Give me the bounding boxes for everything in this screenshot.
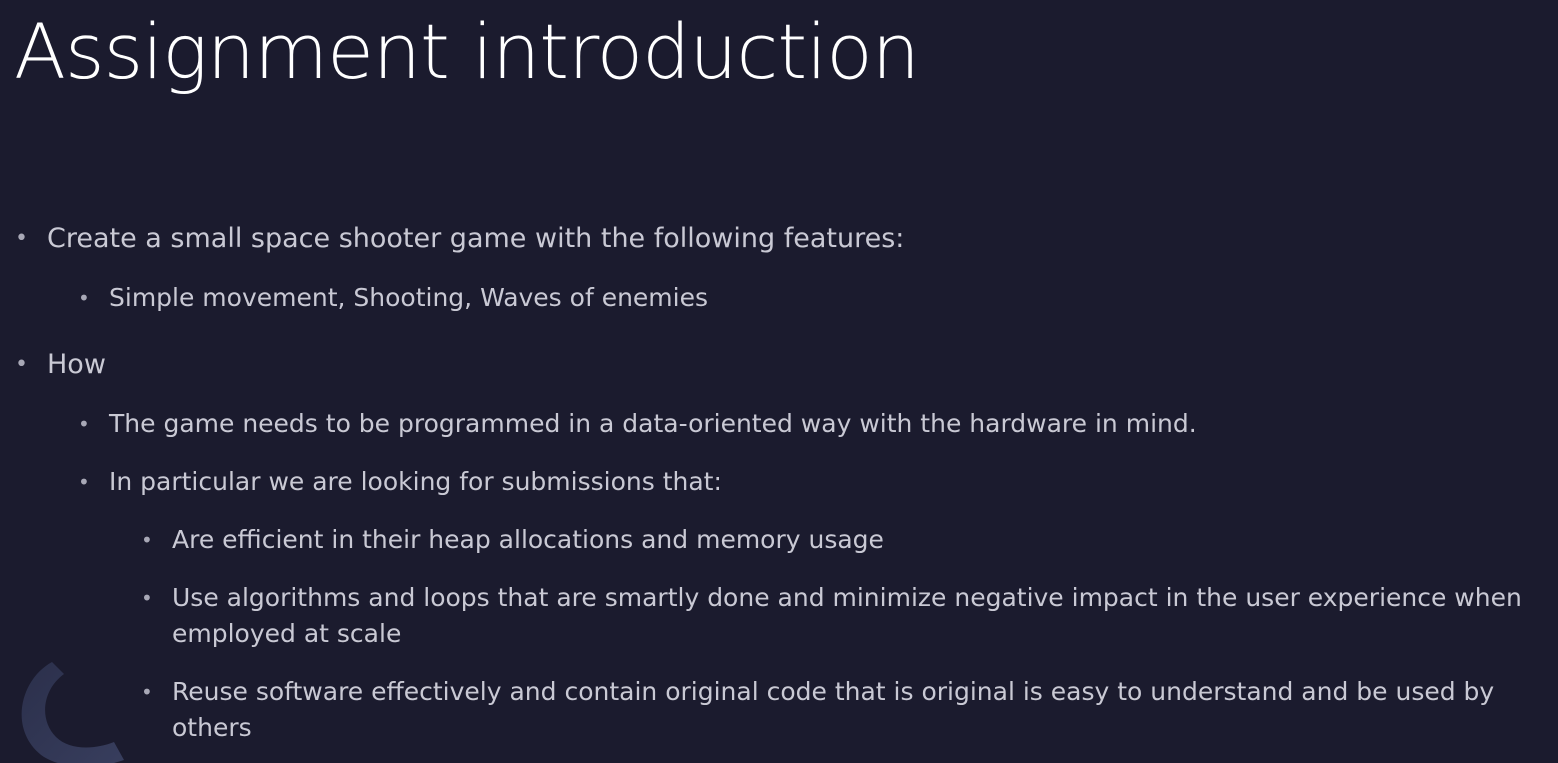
bullet-item: • The game needs to be programmed in a d… [78, 407, 1197, 441]
bullet-icon: • [141, 528, 153, 552]
bullet-text: In particular we are looking for submiss… [109, 467, 722, 496]
arc-logo-icon [21, 662, 124, 763]
bullet-text: How [47, 349, 106, 380]
bullet-icon: • [15, 226, 28, 251]
bullet-icon: • [78, 470, 90, 494]
bullet-text: Create a small space shooter game with t… [47, 223, 905, 254]
bullet-icon: • [141, 680, 153, 704]
bullet-icon: • [141, 586, 153, 610]
bullet-icon: • [15, 352, 28, 377]
bullet-list: • Create a small space shooter game with… [0, 0, 1558, 763]
bullet-item: • Simple movement, Shooting, Waves of en… [78, 281, 709, 315]
slide: Assignment introduction • Create a small… [0, 0, 1558, 763]
bullet-text: Use algorithms and loops that are smartl… [172, 583, 1522, 648]
bullet-item: • Are efficient in their heap allocation… [141, 522, 884, 558]
bullet-text: Are efficient in their heap allocations … [172, 525, 884, 554]
bullet-item: • How [15, 347, 106, 383]
bullet-icon: • [78, 286, 90, 310]
bullet-text: Reuse software effectively and contain o… [172, 677, 1495, 742]
bullet-text: The game needs to be programmed in a dat… [109, 409, 1197, 438]
bullet-icon: • [78, 412, 90, 436]
bullet-item: • In particular we are looking for submi… [78, 465, 722, 499]
bullet-item: • Create a small space shooter game with… [15, 221, 905, 257]
bullet-item: • Reuse software effectively and contain… [141, 674, 1532, 746]
bullet-item: • Use algorithms and loops that are smar… [141, 580, 1532, 652]
bullet-text: Simple movement, Shooting, Waves of enem… [109, 283, 709, 312]
